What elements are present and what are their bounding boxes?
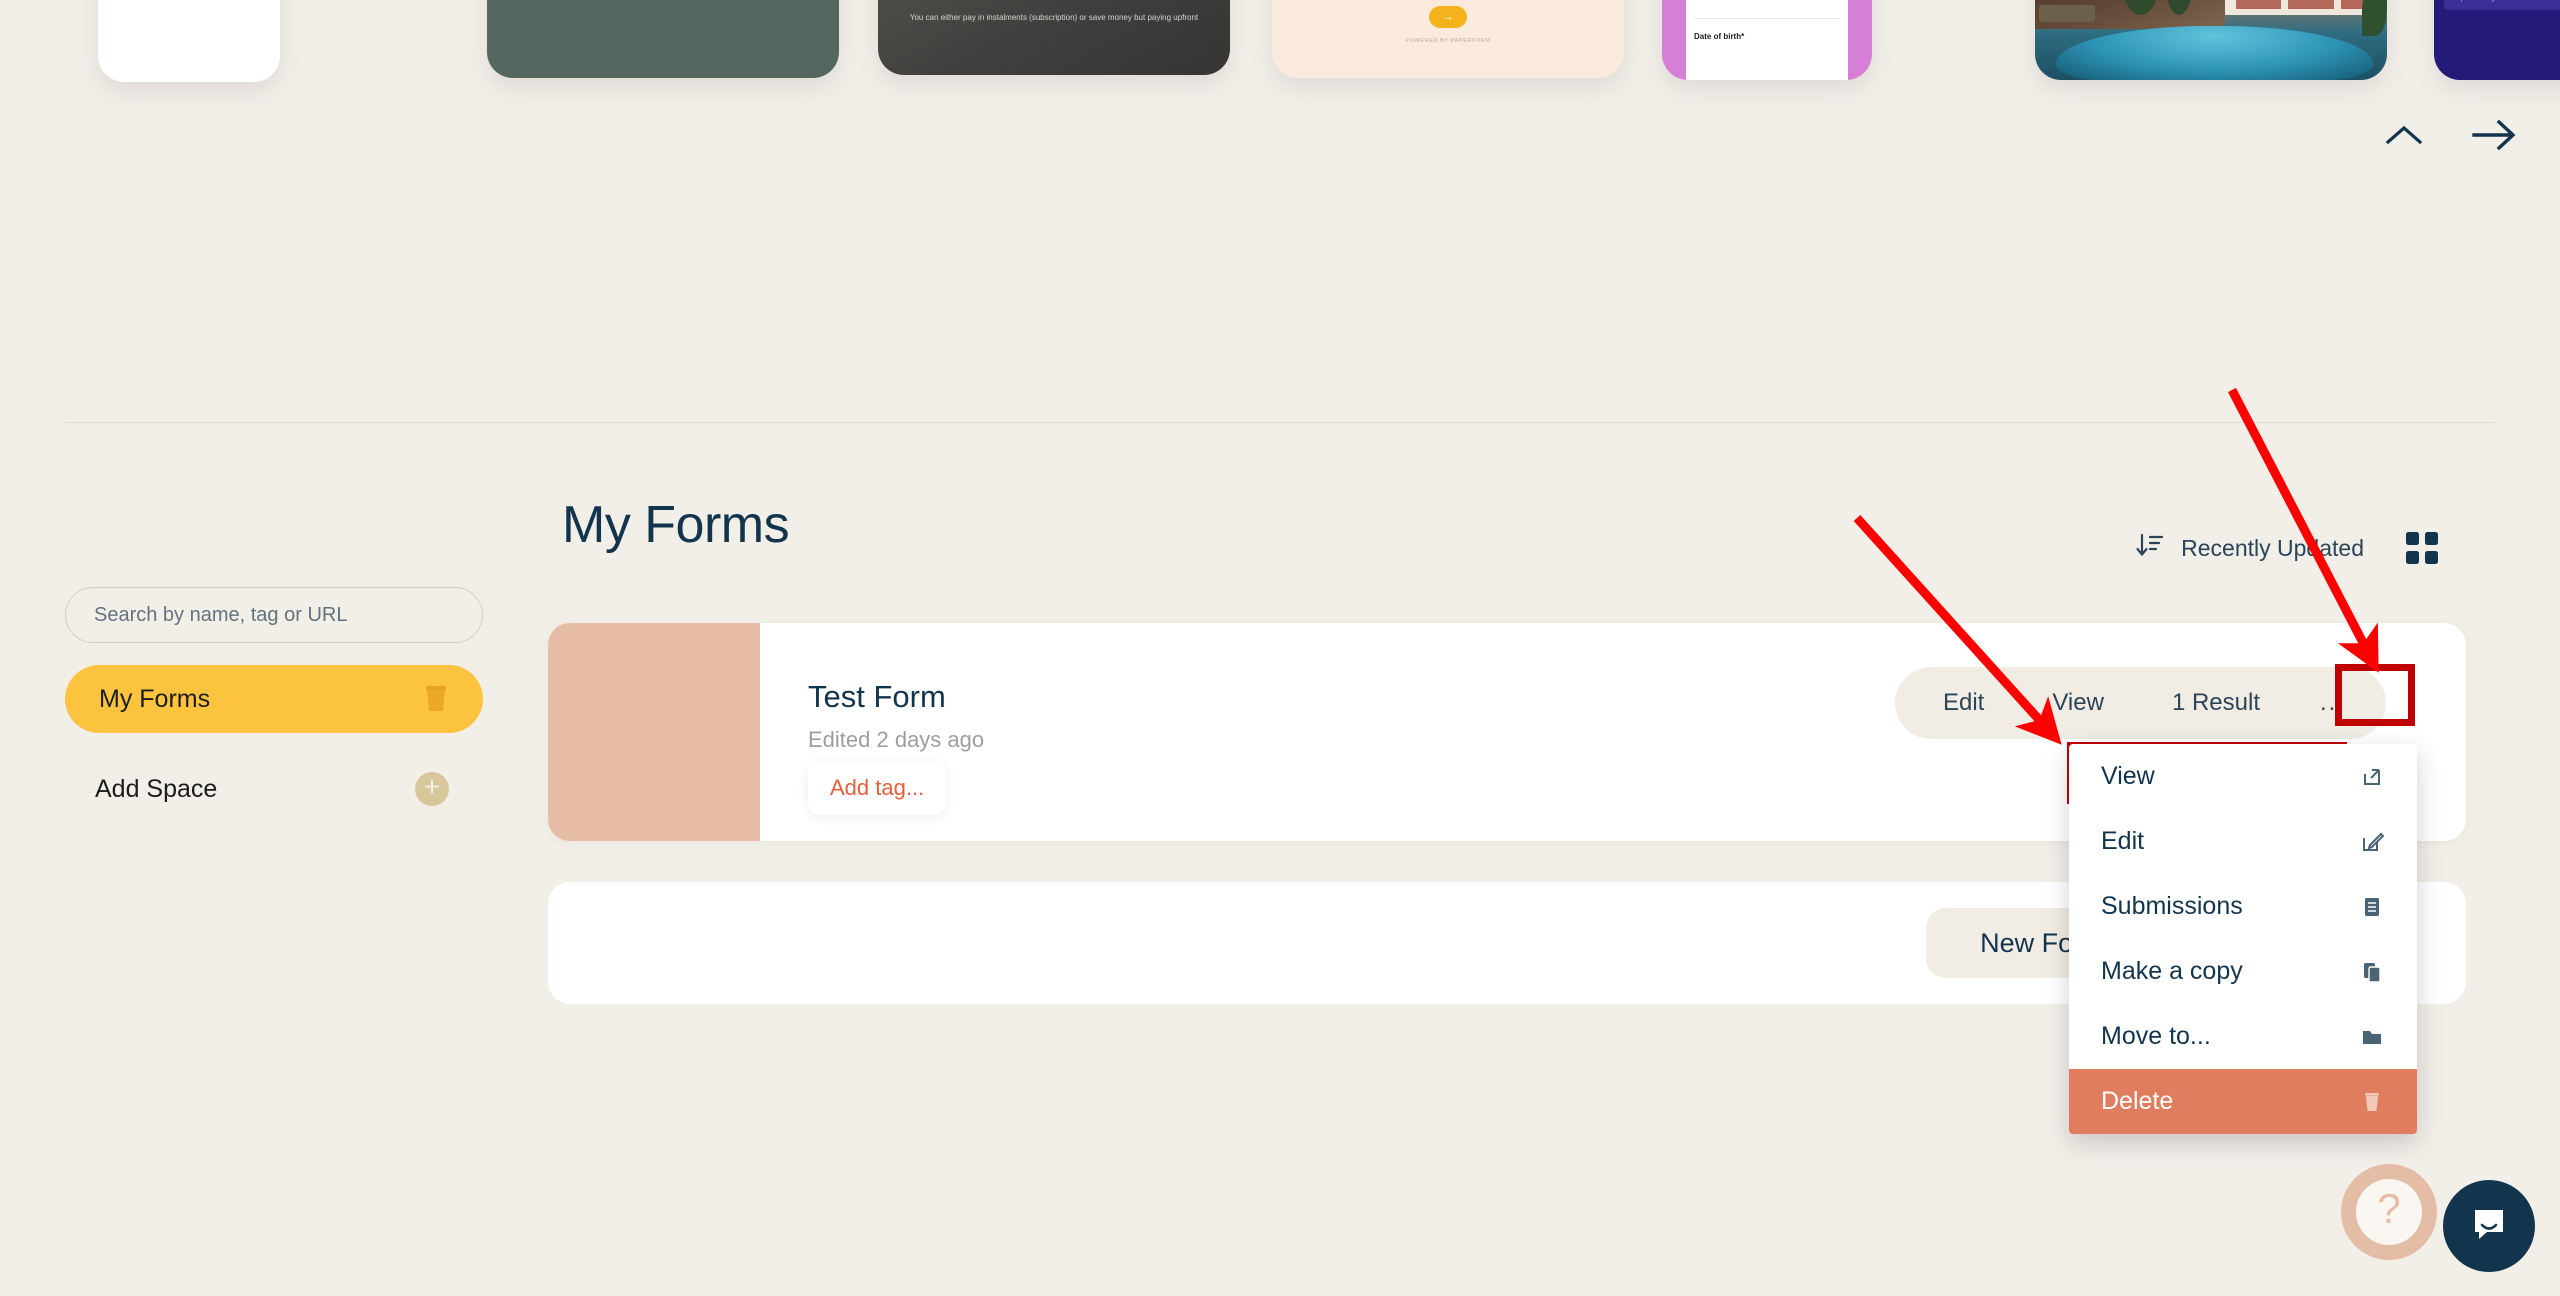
search-input[interactable] — [65, 587, 483, 643]
dropdown-item-label: Move to... — [2101, 1022, 2211, 1050]
forms-toolbar: Recently Updated — [2135, 530, 2438, 566]
template-carousel: "getting to know you" get to know yourse… — [0, 0, 2560, 82]
template-card-footer: POWERED BY PAPERFORM — [1405, 38, 1491, 44]
template-card-body: You can either pay in instalments (subsc… — [909, 13, 1199, 22]
trash-icon[interactable] — [423, 684, 449, 714]
dropdown-item-label: Submissions — [2101, 892, 2243, 920]
edit-button[interactable]: Edit — [1909, 689, 2018, 717]
trash-icon — [2359, 1089, 2385, 1115]
more-button[interactable]: ... — [2294, 689, 2372, 717]
folder-icon — [2359, 1024, 2385, 1050]
external-link-icon — [2359, 764, 2385, 790]
form-thumbnail — [548, 623, 760, 841]
help-button[interactable]: ? — [2341, 1164, 2437, 1260]
section-divider — [65, 422, 2495, 423]
dropdown-item-edit[interactable]: Edit — [2069, 809, 2417, 874]
page-title: My Forms — [562, 496, 790, 554]
add-tag-button[interactable]: Add tag... — [808, 761, 947, 815]
sort-label: Recently Updated — [2181, 534, 2364, 561]
dropdown-item-move-to[interactable]: Move to... — [2069, 1004, 2417, 1069]
sort-descending-icon — [2135, 530, 2165, 566]
dropdown-item-make-a-copy[interactable]: Make a copy — [2069, 939, 2417, 1004]
intercom-chat-icon — [2465, 1200, 2513, 1253]
template-option-label: Graphics & Logos — [2450, 0, 2502, 2]
context-menu: View Edit Submissions Make a copy Move t… — [2069, 744, 2417, 1134]
chevron-up-icon[interactable] — [2384, 122, 2424, 148]
template-card-peach-cta[interactable]: → POWERED BY PAPERFORM — [1272, 0, 1624, 78]
template-card-villa-photo[interactable] — [2035, 0, 2387, 80]
dropdown-item-label: Delete — [2101, 1087, 2174, 1115]
dropdown-item-submissions[interactable]: Submissions — [2069, 874, 2417, 939]
form-name: Test Form — [808, 679, 946, 714]
view-button[interactable]: View — [2018, 689, 2138, 717]
pencil-square-icon — [2359, 829, 2385, 855]
form-actions: Edit View 1 Result ... — [1894, 667, 2386, 739]
sidebar-item-label: Add Space — [95, 774, 218, 803]
carousel-navigation — [2384, 118, 2518, 152]
results-button[interactable]: 1 Result — [2138, 689, 2294, 717]
template-card-getting-to-know-you[interactable]: "getting to know you" get to know yourse… — [878, 0, 1230, 75]
template-card-navy-form[interactable]: Email* What are you looking for?* Graphi… — [2434, 0, 2560, 80]
sidebar-item-my-forms[interactable]: My Forms — [65, 665, 483, 733]
copy-icon — [2359, 959, 2385, 985]
dropdown-item-delete[interactable]: Delete — [2069, 1069, 2417, 1134]
dropdown-item-label: View — [2101, 762, 2155, 790]
form-edited-timestamp: Edited 2 days ago — [808, 727, 985, 752]
sidebar: My Forms Add Space + — [65, 587, 483, 823]
sidebar-item-add-space[interactable]: Add Space + — [65, 755, 483, 823]
dropdown-item-view[interactable]: View — [2069, 744, 2417, 809]
arrow-right-icon: → — [1429, 6, 1467, 28]
dropdown-item-label: Make a copy — [2101, 957, 2243, 985]
arrow-to-more-button — [2228, 387, 2379, 673]
template-card-gender-form[interactable]: Female Other Date of birth* — [1662, 0, 1872, 80]
grid-view-icon[interactable] — [2406, 532, 2438, 564]
intercom-chat-button[interactable] — [2443, 1180, 2535, 1272]
form-metadata: Test Form Edited 2 days ago Add tag... — [760, 623, 1895, 841]
question-mark-icon: ? — [2356, 1179, 2422, 1245]
sidebar-item-label: My Forms — [99, 684, 211, 713]
plus-circle-icon[interactable]: + — [415, 772, 449, 806]
list-document-icon — [2359, 894, 2385, 920]
template-card-blank[interactable] — [98, 0, 280, 82]
sort-control[interactable]: Recently Updated — [2135, 530, 2364, 566]
template-card-sage[interactable] — [487, 0, 839, 78]
arrow-right-icon[interactable] — [2472, 118, 2518, 152]
template-field-label: Date of birth* — [1694, 32, 1745, 41]
dropdown-item-label: Edit — [2101, 827, 2145, 855]
